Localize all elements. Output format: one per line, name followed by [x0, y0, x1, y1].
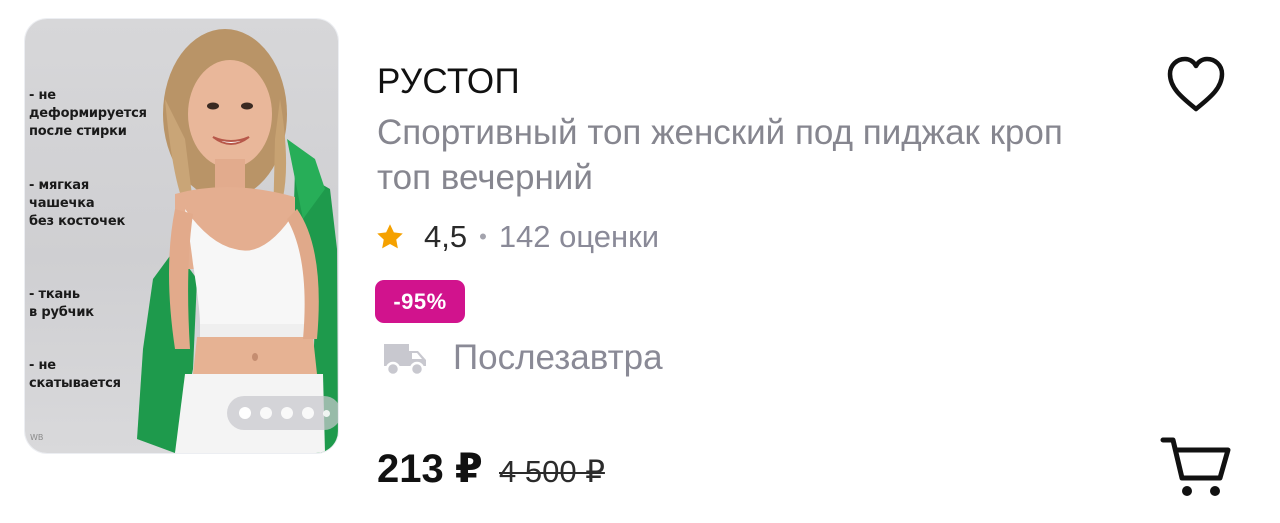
carousel-dot[interactable] [259, 407, 272, 419]
truck-icon [384, 344, 426, 377]
product-title[interactable]: Спортивный топ женский под пиджак кроп т… [377, 110, 1117, 200]
discount-badge: -95% [375, 280, 465, 323]
separator-dot: • [479, 224, 487, 249]
feature-text: - ткань в рубчик [29, 287, 94, 320]
heart-outline-icon [1167, 56, 1225, 112]
brand-name[interactable]: РУСТОП [377, 62, 520, 102]
delivery-date: Послезавтра [453, 338, 663, 377]
star-icon [377, 224, 403, 249]
carousel-dot-active[interactable] [238, 407, 251, 419]
add-to-cart-button[interactable] [1160, 434, 1232, 500]
feature-text: - мягкая чашечка без косточек [29, 178, 126, 229]
reviews-count[interactable]: 142 оценки [499, 219, 659, 255]
carousel-indicator[interactable] [227, 396, 338, 430]
carousel-dot[interactable] [301, 407, 314, 419]
feature-text: - не деформируется после стирки [29, 88, 147, 139]
carousel-dot[interactable] [322, 409, 330, 417]
product-card[interactable]: - не деформируется после стирки - мягкая… [0, 0, 1280, 523]
carousel-dot[interactable] [280, 407, 293, 419]
current-price: 213 ₽ [377, 447, 483, 491]
watermark: WB [30, 433, 44, 442]
feature-text: - не скатывается [29, 358, 121, 391]
rating-value: 4,5 [424, 219, 468, 254]
product-image[interactable]: - не деформируется после стирки - мягкая… [25, 19, 338, 453]
shopping-cart-icon [1160, 437, 1231, 496]
favorite-button[interactable] [1164, 55, 1228, 115]
old-price: 4 500 ₽ [499, 454, 605, 489]
rating-row[interactable]: 4,5 • 142 оценки [375, 216, 659, 258]
